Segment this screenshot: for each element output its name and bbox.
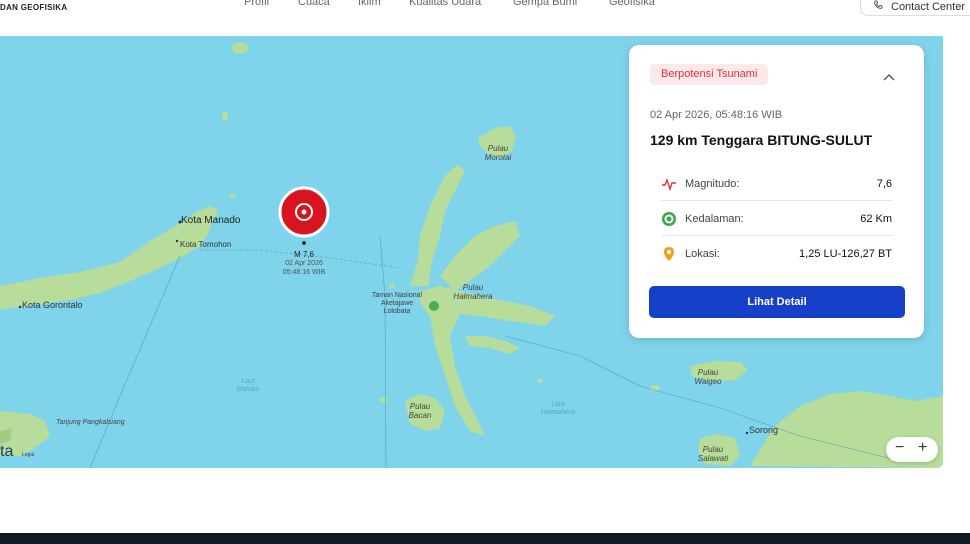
label-pulau-bacan: Pulau Bacan: [408, 402, 432, 420]
nav-cuaca[interactable]: Cuaca: [298, 0, 330, 8]
view-detail-button[interactable]: Lihat Detail: [649, 286, 905, 318]
chevron-up-icon[interactable]: [882, 72, 896, 82]
epicenter-label: M 7,6 02 Apr 2026 05:48:16 WIB: [276, 250, 332, 277]
label-pulau-morotai: Pulau Morotai: [484, 144, 512, 162]
depth-label: Kedalaman:: [685, 213, 744, 225]
label-pulau-salawati: Pulau Salawati: [697, 445, 729, 463]
island-small-4: [537, 379, 543, 383]
location-row: Lokasi: 1,25 LU-126,27 BT: [661, 236, 892, 271]
earthquake-info-card: Berpotensi Tsunami 02 Apr 2026, 05:48:16…: [629, 45, 924, 338]
magnitude-label: Magnitudo:: [685, 178, 740, 190]
brand-text: DAN GEOFISIKA: [0, 3, 68, 12]
island-north-1: [232, 42, 248, 54]
nav-profil[interactable]: Profil: [244, 0, 269, 8]
location-label: Lokasi:: [685, 248, 720, 260]
contact-center-button[interactable]: Contact Center: [860, 0, 970, 16]
label-pulau-waigeo: Pulau Waigeo: [694, 368, 722, 386]
halmahera-south-arm: [465, 336, 520, 354]
location-pin-icon: [664, 247, 674, 261]
nav-iklim[interactable]: Iklim: [358, 0, 381, 8]
label-kota-manado: Kota Manado: [181, 215, 241, 226]
page-footer: [0, 533, 970, 544]
phone-icon: [874, 0, 883, 9]
magnitude-row: Magnitudo: 7,6: [661, 166, 892, 201]
depth-value: 62 Km: [860, 213, 892, 225]
epicenter-core: [301, 209, 307, 215]
epicenter-point-icon: [302, 241, 306, 245]
pulse-icon: [662, 177, 676, 192]
zoom-control: − +: [886, 437, 938, 462]
label-tanjung-pangkalsiang: Tanjung Pangkalsiang: [56, 419, 125, 426]
epicenter-magnitude: M 7,6: [293, 250, 314, 259]
map-legal-link[interactable]: Legal: [22, 452, 34, 458]
island-small-1: [389, 284, 395, 288]
contact-center-label: Contact Center: [891, 1, 965, 13]
depth-row: Kedalaman: 62 Km: [661, 201, 892, 236]
nav-kualitas-udara[interactable]: Kualitas Udara: [409, 0, 481, 8]
label-sorong: Sorong: [749, 425, 779, 435]
epicenter-time: 05:48:16 WIB: [282, 269, 326, 276]
boundary-line-4: [379, 235, 387, 468]
halmahera-northeast: [440, 221, 520, 291]
sulawesi-landmass: [0, 214, 212, 310]
label-laut-maluku: Laut Maluku: [236, 378, 260, 393]
sorong-dot-icon: [745, 431, 749, 435]
island-north-3: [230, 194, 236, 198]
tsunami-status-badge: Berpotensi Tsunami: [650, 64, 769, 85]
zoom-in-button[interactable]: +: [918, 439, 927, 457]
nav-gempa-bumi[interactable]: Gempa Bumi: [513, 0, 577, 8]
top-navigation-bar: DAN GEOFISIKA Profil Cuaca Iklim Kualita…: [0, 0, 970, 36]
map-attribution-logo: ta: [0, 443, 14, 460]
magnitude-value: 7,6: [876, 178, 892, 190]
label-laut-halmahera: Laut Halmahera: [540, 401, 576, 416]
epicenter-date: 02 Apr 2026: [285, 260, 323, 267]
label-kota-gorontalo: Kota Gorontalo: [22, 300, 83, 310]
label-pulau-halmahera: Pulau Halmahera: [453, 283, 493, 301]
nav-geofisika[interactable]: Geofisika: [609, 0, 655, 8]
island-small-2: [380, 397, 388, 403]
event-datetime: 02 Apr 2026, 05:48:16 WIB: [650, 109, 783, 121]
label-taman-nasional: Taman Nasional Aketajawe Lolobata: [371, 292, 423, 315]
location-value: 1,25 LU-126,27 BT: [799, 248, 892, 260]
island-north-2: [222, 111, 228, 121]
gorontalo-dot-icon: [18, 305, 22, 309]
tomohon-dot-icon: [175, 239, 179, 243]
event-location-title: 129 km Tenggara BITUNG-SULUT: [650, 132, 873, 148]
target-icon: [662, 212, 676, 226]
zoom-out-button[interactable]: −: [895, 439, 904, 457]
label-kota-tomohon: Kota Tomohon: [180, 240, 232, 249]
